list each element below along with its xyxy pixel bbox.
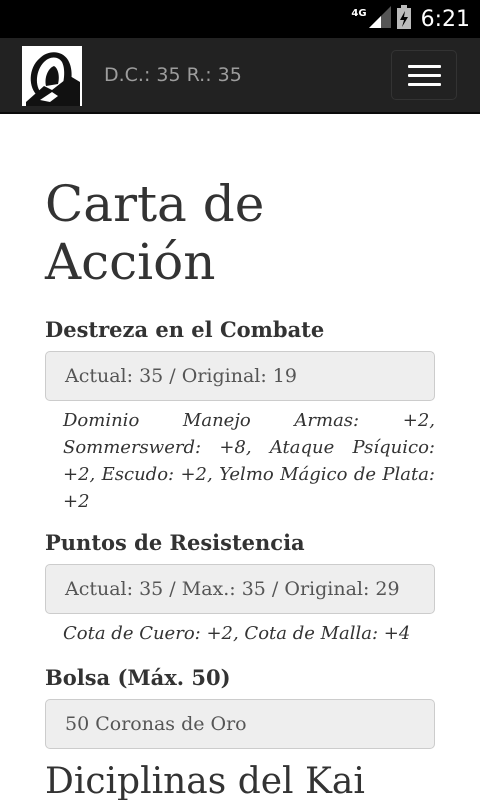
combat-field[interactable]: Actual: 35 / Original: 19 [45,351,435,401]
endurance-field[interactable]: Actual: 35 / Max.: 35 / Original: 29 [45,564,435,614]
signal-icon [368,6,391,32]
status-icons: 4G 6:21 [351,4,470,34]
page-title: Carta de Acción [45,175,265,291]
status-bar: 4G 6:21 [0,0,480,38]
kai-disciplines-heading: Diciplinas del Kai [45,761,365,800]
hamburger-icon-bar [408,74,441,77]
endurance-heading: Puntos de Resistencia [45,530,305,555]
combat-bonuses: Dominio Manejo Armas: +2, Sommerswerd: +… [63,410,435,512]
app-logo[interactable] [22,46,82,106]
pouch-section: Bolsa (Máx. 50) 50 Coronas de Oro [45,663,435,749]
endurance-section: Puntos de Resistencia Actual: 35 / Max.:… [45,528,435,647]
network-type-label: 4G [351,7,367,19]
combat-heading: Destreza en el Combate [45,317,325,342]
combat-section: Destreza en el Combate Actual: 35 / Orig… [45,315,435,515]
pouch-heading: Bolsa (Máx. 50) [45,665,231,690]
clock: 6:21 [420,6,470,32]
nav-stats: D.C.: 35 R.: 35 [104,64,242,86]
menu-toggle-button[interactable] [391,50,457,100]
main-content: Carta de Acción Destreza en el Combate A… [45,175,435,749]
pouch-field[interactable]: 50 Coronas de Oro [45,699,435,749]
hamburger-icon [408,65,441,68]
navbar: D.C.: 35 R.: 35 [0,38,480,114]
endurance-bonuses: Cota de Cuero: +2, Cota de Malla: +4 [63,623,411,644]
battery-icon [396,5,411,33]
hamburger-icon-bar [408,83,441,86]
